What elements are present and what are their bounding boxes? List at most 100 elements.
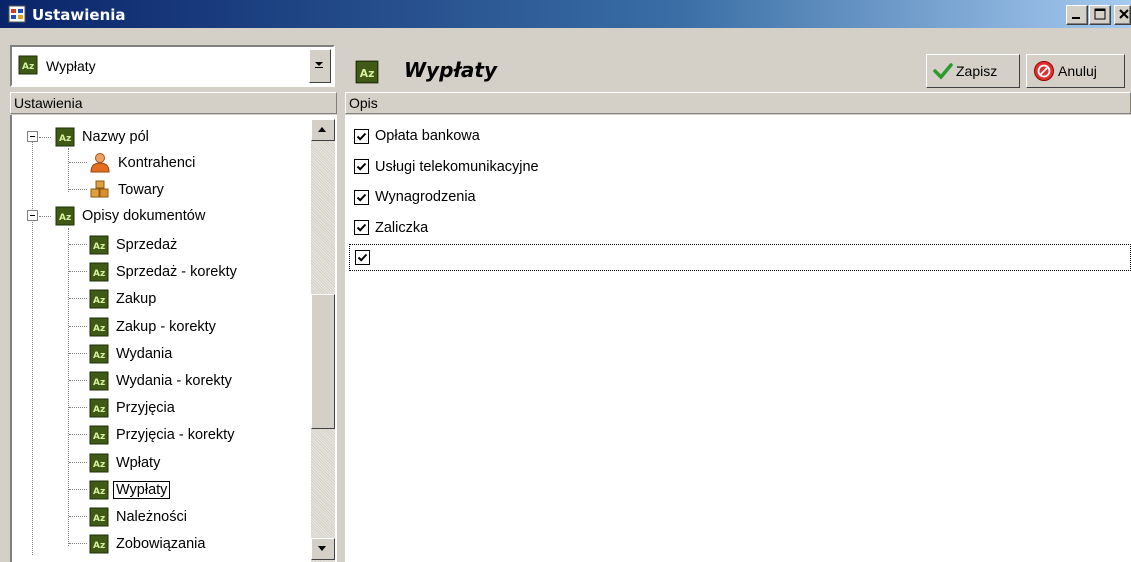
tree-item[interactable]: Az Sprzedaż (89, 232, 177, 258)
collapse-toggle[interactable] (27, 210, 38, 221)
minimize-button[interactable] (1066, 5, 1088, 25)
opis-grid (345, 115, 1131, 562)
scroll-thumb[interactable] (311, 294, 335, 429)
tree-item[interactable]: Az Wpłaty (89, 450, 160, 476)
tree-item[interactable]: Az Należności (89, 504, 187, 530)
svg-text:Az: Az (93, 514, 105, 524)
section-title: Wypłaty (404, 58, 498, 82)
save-button[interactable]: Zapisz (926, 54, 1020, 88)
az-icon: Az (89, 398, 109, 418)
tree-item[interactable]: Az Zakup (89, 286, 156, 312)
tree-line (68, 228, 69, 546)
az-icon: Az (55, 206, 75, 226)
check-icon (356, 132, 367, 141)
tree-item-label: Sprzedaż (116, 237, 178, 253)
tree-item-towary[interactable]: Towary (89, 177, 164, 203)
maximize-icon (1094, 8, 1106, 20)
tree-item[interactable]: Az Wydania (89, 341, 172, 367)
close-button[interactable] (1114, 5, 1131, 25)
scroll-down-button[interactable] (311, 538, 335, 560)
person-icon (90, 153, 110, 173)
svg-text:Az: Az (360, 67, 375, 80)
tree-group-nazwy-pol[interactable]: Az Nazwy pól (55, 124, 149, 150)
maximize-button[interactable] (1089, 5, 1111, 25)
check-icon (356, 223, 367, 232)
check-icon (356, 162, 367, 171)
tree-line (69, 244, 87, 245)
title-bar[interactable]: Ustawienia (0, 0, 1131, 30)
svg-text:Az: Az (93, 405, 105, 415)
minimize-icon (1072, 17, 1080, 19)
grid-row[interactable]: Opłata bankowa (349, 123, 480, 149)
tree-item-label: Wydania (116, 345, 173, 362)
tree-item[interactable]: Az Sprzedaż - korekty (89, 259, 237, 285)
tree-column-header[interactable]: Ustawienia (10, 92, 337, 114)
app-icon (8, 5, 26, 23)
row-label: Usługi telekomunikacyjne (375, 158, 539, 175)
tree-item[interactable]: Az Wydania - korekty (89, 368, 232, 394)
tree-item[interactable]: Az Wypłaty (89, 477, 171, 503)
tree-item-label: Towary (118, 182, 164, 198)
tree-item-label: Wypłaty (113, 480, 171, 499)
svg-text:Az: Az (22, 62, 34, 72)
az-icon: Az (89, 534, 109, 554)
grid-row[interactable]: Wynagrodzenia (349, 184, 476, 210)
row-checkbox[interactable] (354, 189, 369, 205)
cancel-button[interactable]: Anuluj (1026, 54, 1125, 88)
az-icon: Az (89, 453, 109, 473)
az-icon: Az (89, 425, 109, 445)
tree-line (69, 298, 87, 300)
chevron-down-icon (318, 546, 326, 551)
tree-item[interactable]: Az Zakup - korekty (89, 314, 216, 340)
tree-group-opisy-dokumentow[interactable]: Az Opisy dokumentów (55, 203, 205, 229)
tree-item-label: Zobowiązania (116, 536, 206, 553)
scroll-up-button[interactable] (311, 119, 335, 141)
check-icon (357, 253, 368, 262)
az-icon: Az (89, 344, 109, 364)
tree-line (69, 461, 87, 463)
tree-scrollbar[interactable] (311, 119, 335, 562)
tree-line (69, 352, 87, 354)
tree-item-label: Zakup (116, 291, 157, 308)
tree-item-label: Nazwy pól (82, 129, 149, 145)
tree-item-label: Kontrahenci (118, 155, 196, 171)
grid-row[interactable]: Zaliczka (349, 215, 428, 241)
svg-text:Az: Az (93, 269, 105, 279)
tree-item-label: Sprzedaż - korekty (116, 264, 237, 281)
tree-item[interactable]: Az Przyjęcia - korekty (89, 422, 234, 448)
settings-window: Ustawienia Az Wypłaty Ustawienia Az Nazw… (0, 0, 1131, 562)
tree-item-label: Wpłaty (116, 454, 161, 471)
tree-line (69, 543, 87, 545)
svg-text:Az: Az (93, 432, 105, 442)
save-label: Zapisz (956, 63, 998, 79)
new-row[interactable] (349, 244, 1131, 271)
tree-line (32, 140, 33, 555)
cancel-icon (1034, 61, 1054, 81)
collapse-toggle[interactable] (27, 131, 38, 142)
grid-row[interactable]: Usługi telekomunikacyjne (349, 154, 539, 180)
az-icon: Az (355, 60, 379, 84)
row-checkbox[interactable] (354, 128, 369, 144)
row-checkbox[interactable] (354, 159, 369, 174)
combo-dropdown-button[interactable] (309, 49, 331, 83)
svg-text:Az: Az (93, 242, 105, 252)
tree-item[interactable]: Az Przyjęcia (89, 395, 175, 421)
tree-item-label: Przyjęcia (116, 400, 175, 417)
opis-column-header[interactable]: Opis (345, 92, 1131, 114)
tree-item[interactable]: Az Zobowiązania (89, 531, 205, 557)
az-icon: Az (89, 289, 109, 309)
close-icon (1119, 9, 1129, 19)
row-checkbox[interactable] (354, 220, 369, 235)
row-checkbox[interactable] (355, 250, 370, 265)
tree-line (68, 148, 69, 192)
tree-line (69, 407, 87, 409)
check-icon (933, 63, 953, 80)
tree-item-kontrahenci[interactable]: Kontrahenci (89, 150, 195, 176)
tree-line (69, 488, 87, 490)
category-combo[interactable]: Az Wypłaty (10, 45, 335, 87)
svg-text:Az: Az (59, 213, 71, 223)
cancel-label: Anuluj (1058, 63, 1097, 79)
pane-splitter[interactable] (337, 44, 345, 562)
tree-line (69, 189, 87, 190)
tree-line (69, 271, 87, 273)
